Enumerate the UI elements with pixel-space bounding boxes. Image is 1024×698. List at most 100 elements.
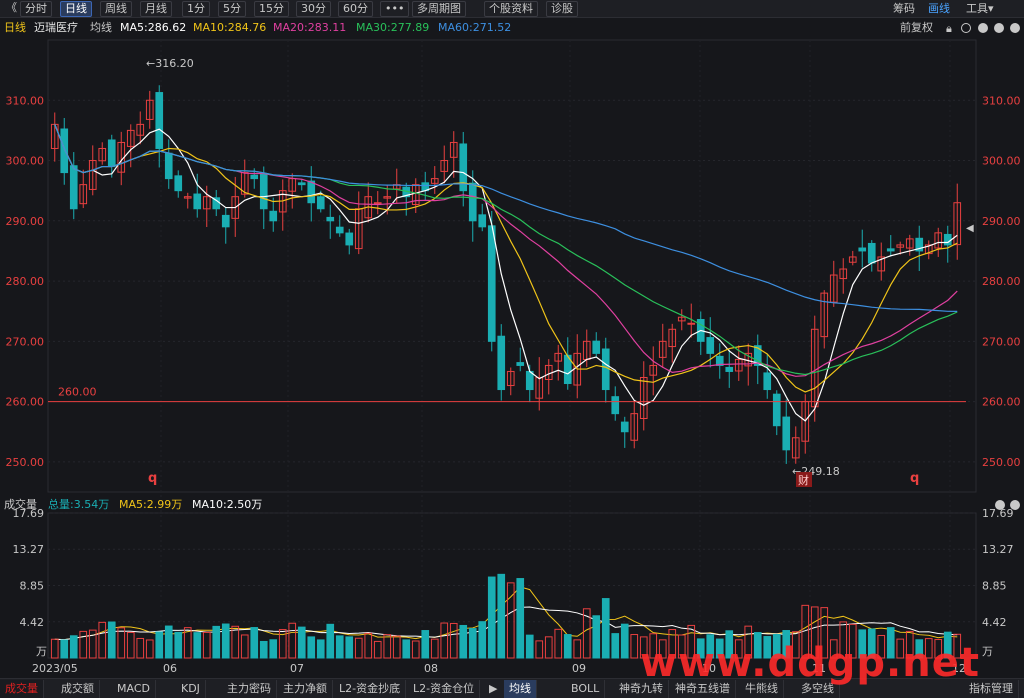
volume-bar [592,615,601,659]
tab-ma[interactable]: 均线 [504,680,537,698]
grid [48,40,976,658]
undo-icon[interactable] [961,23,971,33]
tab-main-net[interactable]: 主力净额 [278,680,333,698]
horizontal-line-label: 260.00 [58,386,97,399]
volume-bar [430,638,439,659]
indicator-tabbar: 成交量 成交额 MACD KDJ 主力密码 主力净额 L2-资金抄底 L2-资金… [0,678,1024,698]
high-label: ←316.20 [146,57,194,70]
volume-bar [848,623,857,659]
volume-ma10: MA10:2.50万 [192,498,263,511]
tab-bull-bear[interactable]: 牛熊线 [740,680,784,698]
tab-turnover[interactable]: 成交额 [56,680,100,698]
volume-bar [810,606,819,659]
price-tick-left: 280.00 [6,275,45,288]
volume-bar [554,628,563,659]
close-icon[interactable] [1010,23,1020,33]
candle-body [164,152,173,180]
candle-body [525,370,534,391]
volume-bar [668,629,677,659]
tab-boll[interactable]: BOLL [566,680,606,698]
candle-body [326,216,335,222]
volume-bar [744,625,753,659]
volume-bar [630,634,639,659]
current-price-arrow-icon: ◀ [966,223,974,234]
volume-bar [117,627,126,659]
volume-bar [392,635,401,659]
candle-body [221,214,230,228]
volume-bar [164,625,173,659]
volume-bar [345,636,354,659]
volume-bar [601,598,610,659]
zoom-out-icon[interactable] [994,23,1004,33]
tab-volume[interactable]: 成交量 [0,680,44,698]
candle-body [943,233,952,246]
volume-bar [649,633,658,659]
price-tick-right: 280.00 [982,275,1021,288]
candle-body [155,92,164,149]
tab-long-short[interactable]: 多空线 [796,680,840,698]
ma20-line [54,124,958,377]
play-icon[interactable]: ▶ [484,680,502,698]
volume-bar [820,607,829,659]
price-tick-left: 290.00 [6,215,45,228]
volume-bar [905,630,914,659]
volume-bar [725,630,734,659]
date-tick: 08 [424,662,438,675]
price-tick-right: 270.00 [982,335,1021,348]
price-tick-left: 300.00 [6,155,45,168]
volume-unit-right: 万 [982,645,993,658]
candle-body [69,165,78,210]
ma-lines [54,124,958,641]
tab-l2-bottom[interactable]: L2-资金抄底 [334,680,407,698]
volume-tick-left: 4.42 [20,616,45,629]
volume-total: 总量:3.54万 [48,498,110,511]
lock-icon[interactable]: 🔒︎ [946,22,952,35]
volume-bar [297,626,306,659]
candle-body [601,348,610,391]
tab-macd[interactable]: MACD [112,680,156,698]
volume-bar [791,631,800,659]
volume-bar [373,640,382,659]
volume-bar [706,634,715,659]
date-tick: 11 [812,662,826,675]
tab-kdj[interactable]: KDJ [176,680,206,698]
candle-body [307,180,316,204]
indicator-manage-button[interactable]: 指标管理 [964,680,1019,698]
zoom-in-icon[interactable] [978,23,988,33]
tab-main-code[interactable]: 主力密码 [222,680,277,698]
volume-bar [535,640,544,659]
volume-bar [886,627,895,659]
tab-magic-nine[interactable]: 神奇九转 [614,680,669,698]
price-tick-right: 250.00 [982,456,1021,469]
volume-bar [943,631,952,659]
annotations: 260.00←316.20←249.18q q财◀ [48,57,974,487]
volume-bar [259,640,268,659]
volume-bar [497,573,506,659]
volume-tick-right: 8.85 [982,579,1007,592]
ma60-line [54,124,958,313]
volume-bar [411,640,420,659]
candle-body [858,247,867,252]
volume-bar [421,630,430,659]
price-pane [47,39,977,493]
volume-bar [734,639,743,659]
volume-bar [924,638,933,659]
candle-body [497,335,506,391]
candle-body [478,214,487,228]
candle-body [487,225,496,342]
candle-body [107,139,116,168]
volume-bar [763,636,772,659]
volume-bar [269,639,278,659]
volume-bar [544,636,553,659]
tab-l2-position[interactable]: L2-资金仓位 [408,680,481,698]
volume-bar [468,628,477,659]
volume-bar [858,629,867,659]
kline-chart[interactable]: 🔒︎ 310.00 310.00 300.00 300.00 290.00 290.00 2… [0,0,1024,678]
volume-bar [335,635,344,659]
volume-bar [136,637,145,659]
volume-bar [174,631,183,659]
volume-bar [440,622,449,659]
candle-body [193,193,202,210]
tab-magic-five[interactable]: 神奇五线谱 [670,680,736,698]
candle-body [259,173,268,210]
